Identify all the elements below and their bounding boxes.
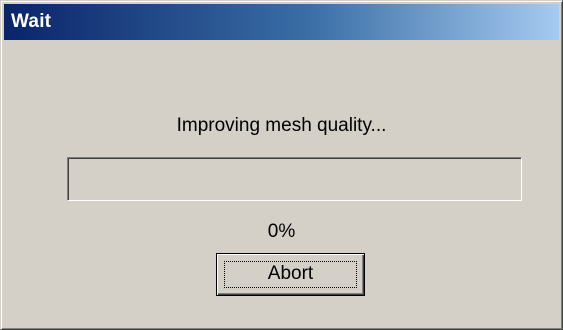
progress-bar xyxy=(67,157,522,201)
abort-button-label: Abort xyxy=(267,263,314,284)
wait-dialog: Wait Improving mesh quality... 0% Abort xyxy=(0,0,563,330)
abort-button[interactable]: Abort xyxy=(216,253,365,296)
status-message: Improving mesh quality... xyxy=(176,115,387,136)
title-bar[interactable]: Wait xyxy=(4,4,559,40)
progress-percent: 0% xyxy=(267,221,296,242)
window-title: Wait xyxy=(11,11,52,32)
